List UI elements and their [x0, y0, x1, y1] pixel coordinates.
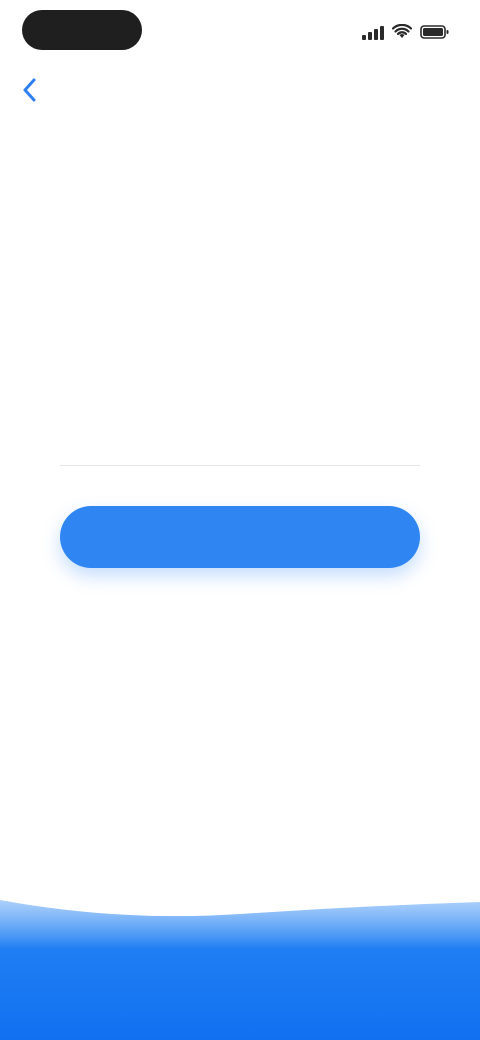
status-time [22, 10, 142, 50]
signal-icon [362, 24, 384, 40]
wifi-icon [392, 24, 412, 40]
back-arrow-icon [23, 78, 36, 102]
verification-code-input[interactable] [60, 426, 420, 466]
main-content [60, 330, 420, 615]
verification-screen [0, 0, 480, 1040]
status-icons [362, 18, 450, 46]
status-bar [0, 0, 480, 64]
bottom-wave-decoration [0, 900, 480, 1040]
page-title [60, 342, 420, 382]
battery-icon [420, 24, 450, 40]
primary-button[interactable] [60, 506, 420, 568]
back-button[interactable] [22, 70, 62, 110]
